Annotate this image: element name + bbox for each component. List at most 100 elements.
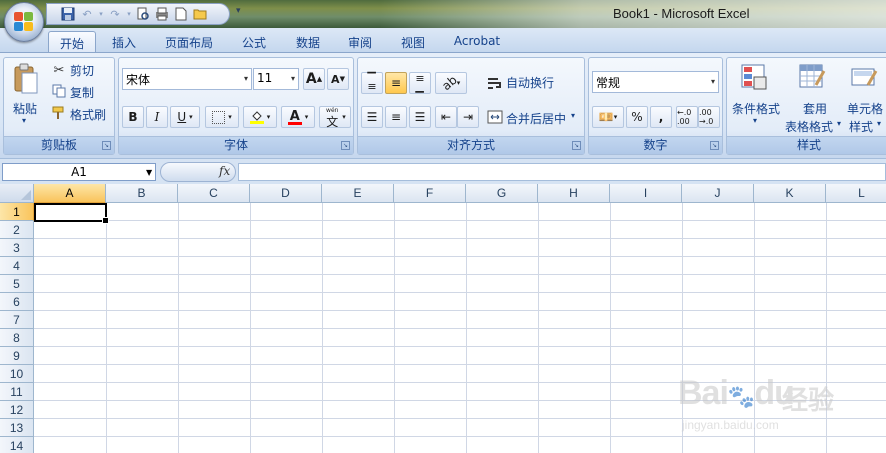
font-size-combo[interactable]: 11 ▾	[253, 68, 299, 90]
redo-dropdown-icon[interactable]: ▾	[126, 6, 132, 22]
insert-function-icon[interactable]: fx	[219, 164, 230, 178]
column-header-c[interactable]: C	[178, 184, 250, 203]
comma-button[interactable]: ,	[650, 106, 672, 128]
row-header-3[interactable]: 3	[0, 239, 34, 257]
shrink-font-button[interactable]: A ▼	[327, 68, 349, 90]
fill-color-button[interactable]: ▾	[243, 106, 277, 128]
column-header-i[interactable]: I	[610, 184, 682, 203]
column-header-b[interactable]: B	[106, 184, 178, 203]
formula-input[interactable]	[238, 163, 886, 181]
open-folder-icon[interactable]	[192, 6, 208, 22]
new-document-icon[interactable]	[173, 6, 189, 22]
copy-label[interactable]: 复制	[70, 84, 94, 101]
clipboard-launcher-icon[interactable]: ↘	[102, 141, 111, 150]
scissors-icon[interactable]: ✂	[52, 63, 66, 78]
row-header-9[interactable]: 9	[0, 347, 34, 365]
tab-home[interactable]: 开始	[48, 31, 96, 52]
font-color-button[interactable]: A ▾	[281, 106, 315, 128]
column-header-e[interactable]: E	[322, 184, 394, 203]
format-as-table-label-1[interactable]: 套用	[803, 100, 827, 117]
tab-acrobat[interactable]: Acrobat	[446, 31, 508, 52]
conditional-dropdown-icon[interactable]: ▾	[753, 116, 757, 125]
format-as-table-icon[interactable]	[797, 62, 827, 92]
decrease-decimal-button[interactable]: .00 →.0	[698, 106, 720, 128]
column-header-g[interactable]: G	[466, 184, 538, 203]
row-header-6[interactable]: 6	[0, 293, 34, 311]
increase-indent-button[interactable]: ⇥	[457, 106, 479, 128]
row-header-7[interactable]: 7	[0, 311, 34, 329]
tab-insert[interactable]: 插入	[104, 31, 144, 52]
print-preview-icon[interactable]	[135, 6, 151, 22]
column-header-h[interactable]: H	[538, 184, 610, 203]
format-table-dropdown-icon[interactable]: ▾	[837, 119, 841, 128]
row-header-4[interactable]: 4	[0, 257, 34, 275]
align-right-button[interactable]: ☰	[409, 106, 431, 128]
borders-button[interactable]: ▾	[205, 106, 239, 128]
row-header-10[interactable]: 10	[0, 365, 34, 383]
undo-icon[interactable]: ↶	[79, 6, 95, 22]
phonetic-button[interactable]: wén 文 ▾	[319, 106, 351, 129]
column-header-d[interactable]: D	[250, 184, 322, 203]
bold-button[interactable]: B	[122, 106, 144, 128]
tab-page-layout[interactable]: 页面布局	[158, 31, 220, 52]
format-painter-label[interactable]: 格式刷	[70, 106, 106, 123]
tab-data[interactable]: 数据	[288, 31, 328, 52]
wrap-text-icon[interactable]	[486, 74, 504, 92]
row-header-14[interactable]: 14	[0, 437, 34, 453]
alignment-launcher-icon[interactable]: ↘	[572, 141, 581, 150]
row-header-11[interactable]: 11	[0, 383, 34, 401]
paste-label[interactable]: 粘贴	[13, 100, 37, 117]
merge-center-icon[interactable]	[486, 108, 504, 126]
conditional-format-icon[interactable]	[739, 62, 769, 92]
align-middle-button[interactable]: ≡	[385, 72, 407, 94]
column-header-f[interactable]: F	[394, 184, 466, 203]
align-center-button[interactable]: ≡	[385, 106, 407, 128]
align-top-button[interactable]: ▔ ≡	[361, 72, 383, 94]
row-header-13[interactable]: 13	[0, 419, 34, 437]
active-cell-a1[interactable]	[34, 203, 109, 224]
copy-icon[interactable]	[52, 84, 66, 98]
wrap-text-label[interactable]: 自动换行	[506, 74, 554, 91]
office-button[interactable]	[4, 2, 44, 42]
column-header-j[interactable]: J	[682, 184, 754, 203]
cell-styles-icon[interactable]	[849, 62, 879, 92]
percent-button[interactable]: %	[626, 106, 648, 128]
cell-styles-label-2[interactable]: 样式	[849, 118, 873, 135]
row-header-2[interactable]: 2	[0, 221, 34, 239]
cut-label[interactable]: 剪切	[70, 62, 94, 79]
number-format-combo[interactable]: 常规 ▾	[592, 71, 719, 93]
align-left-button[interactable]: ☰	[361, 106, 383, 128]
align-bottom-button[interactable]: ≡ ▁	[409, 72, 431, 94]
save-icon[interactable]	[60, 6, 76, 22]
italic-button[interactable]: I	[146, 106, 168, 128]
column-header-a[interactable]: A	[34, 184, 106, 203]
cell-styles-label-1[interactable]: 单元格	[847, 100, 883, 117]
format-painter-icon[interactable]	[52, 106, 66, 120]
cell-styles-dropdown-icon[interactable]: ▾	[877, 119, 881, 128]
format-as-table-label-2[interactable]: 表格格式	[785, 118, 833, 135]
paste-icon[interactable]	[12, 62, 40, 96]
print-icon[interactable]	[154, 6, 170, 22]
increase-decimal-button[interactable]: ←.0 .00	[676, 106, 698, 128]
font-name-combo[interactable]: 宋体 ▾	[122, 68, 252, 90]
orientation-button[interactable]: ab ▾	[435, 72, 467, 94]
select-all-button[interactable]	[0, 184, 34, 203]
merge-dropdown-icon[interactable]: ▾	[571, 111, 575, 120]
decrease-indent-button[interactable]: ⇤	[435, 106, 457, 128]
row-header-1[interactable]: 1	[0, 203, 34, 221]
row-header-8[interactable]: 8	[0, 329, 34, 347]
merge-center-label[interactable]: 合并后居中	[506, 110, 566, 127]
number-launcher-icon[interactable]: ↘	[710, 141, 719, 150]
name-box-dropdown-icon[interactable]: ▼	[146, 168, 152, 177]
redo-icon[interactable]: ↷	[107, 6, 123, 22]
name-box[interactable]: A1	[2, 163, 156, 181]
undo-dropdown-icon[interactable]: ▾	[98, 6, 104, 22]
column-header-l[interactable]: L	[826, 184, 886, 203]
row-header-5[interactable]: 5	[0, 275, 34, 293]
conditional-format-label[interactable]: 条件格式	[732, 100, 780, 117]
row-header-12[interactable]: 12	[0, 401, 34, 419]
grow-font-button[interactable]: A ▲	[303, 68, 325, 90]
paste-dropdown-icon[interactable]: ▾	[22, 116, 26, 125]
customize-qat-icon[interactable]: ▾	[236, 6, 241, 16]
tab-review[interactable]: 审阅	[340, 31, 380, 52]
